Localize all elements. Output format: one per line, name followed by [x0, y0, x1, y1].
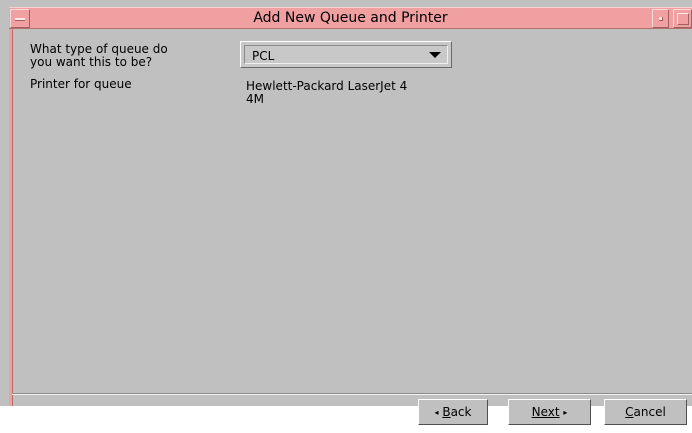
window-border — [9, 29, 13, 406]
next-arrow-icon: ▸ — [563, 408, 568, 417]
dialog-window: Add New Queue and Printer What type of q… — [0, 0, 692, 425]
title-bar[interactable]: Add New Queue and Printer — [9, 7, 692, 29]
queue-type-label: What type of queue do you want this to b… — [30, 42, 168, 69]
select-inner-frame: PCL — [244, 45, 448, 64]
queue-type-selected-value: PCL — [252, 49, 275, 63]
back-label-rest: ack — [450, 405, 472, 419]
back-mnemonic: B — [442, 405, 451, 419]
maximize-icon[interactable] — [673, 9, 692, 28]
printer-for-queue-label: Printer for queue — [30, 77, 132, 91]
chevron-down-icon[interactable] — [429, 52, 441, 58]
printer-name-value: Hewlett-Packard LaserJet 4 4M — [246, 79, 408, 106]
next-button[interactable]: Next ▸ — [508, 399, 591, 425]
button-separator — [12, 393, 692, 395]
queue-type-select[interactable]: PCL — [240, 41, 452, 68]
back-arrow-icon: ◂ — [434, 408, 439, 417]
cancel-mnemonic: C — [625, 405, 634, 419]
cancel-label-rest: ancel — [633, 405, 666, 419]
minimize-icon[interactable] — [652, 9, 669, 28]
window-title: Add New Queue and Printer — [253, 10, 448, 26]
next-label: Next — [531, 405, 560, 419]
cancel-button[interactable]: Cancel — [604, 399, 687, 425]
back-button[interactable]: ◂ Back — [418, 399, 488, 425]
